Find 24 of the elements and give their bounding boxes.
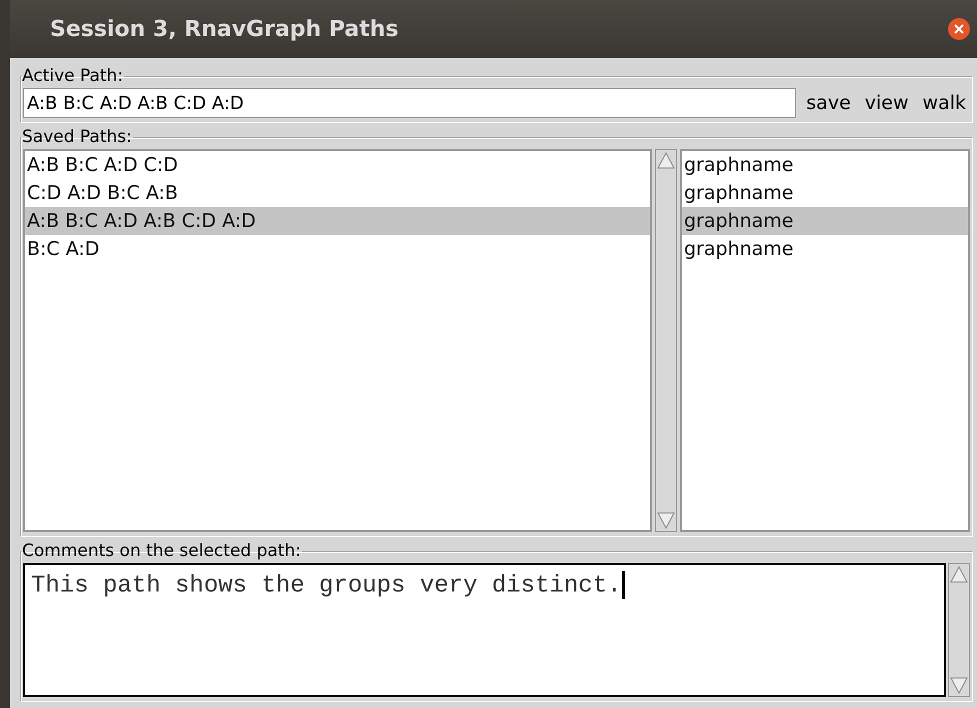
close-icon[interactable] [947,17,971,41]
section-label: Saved Paths: [21,127,133,147]
path-item[interactable]: B:C A:D [25,235,650,263]
path-item[interactable]: A:B B:C A:D C:D [25,151,650,179]
path-item[interactable]: A:B B:C A:D A:B C:D A:D [25,207,650,235]
scroll-down-icon[interactable] [656,511,676,531]
scrollbar[interactable] [948,563,970,697]
window-title: Session 3, RnavGraph Paths [50,16,399,42]
scroll-down-icon[interactable] [949,676,969,696]
scroll-up-icon[interactable] [949,564,969,584]
graph-item[interactable]: graphname [682,151,968,179]
graph-item[interactable]: graphname [682,179,968,207]
section-label: Comments on the selected path: [21,541,302,561]
graph-item[interactable]: graphname [682,235,968,263]
save-button[interactable]: save [802,92,855,114]
scroll-up-icon[interactable] [656,150,676,170]
section-label: Active Path: [21,66,124,86]
comments-field[interactable]: This path shows the groups very distinct. [23,563,946,697]
active-path-field[interactable]: A:B B:C A:D A:B C:D A:D [23,88,796,118]
view-button[interactable]: view [860,92,913,114]
path-item[interactable]: C:D A:D B:C A:B [25,179,650,207]
scrollbar[interactable] [655,149,677,532]
walk-button[interactable]: walk [918,92,970,114]
graph-item[interactable]: graphname [682,207,968,235]
